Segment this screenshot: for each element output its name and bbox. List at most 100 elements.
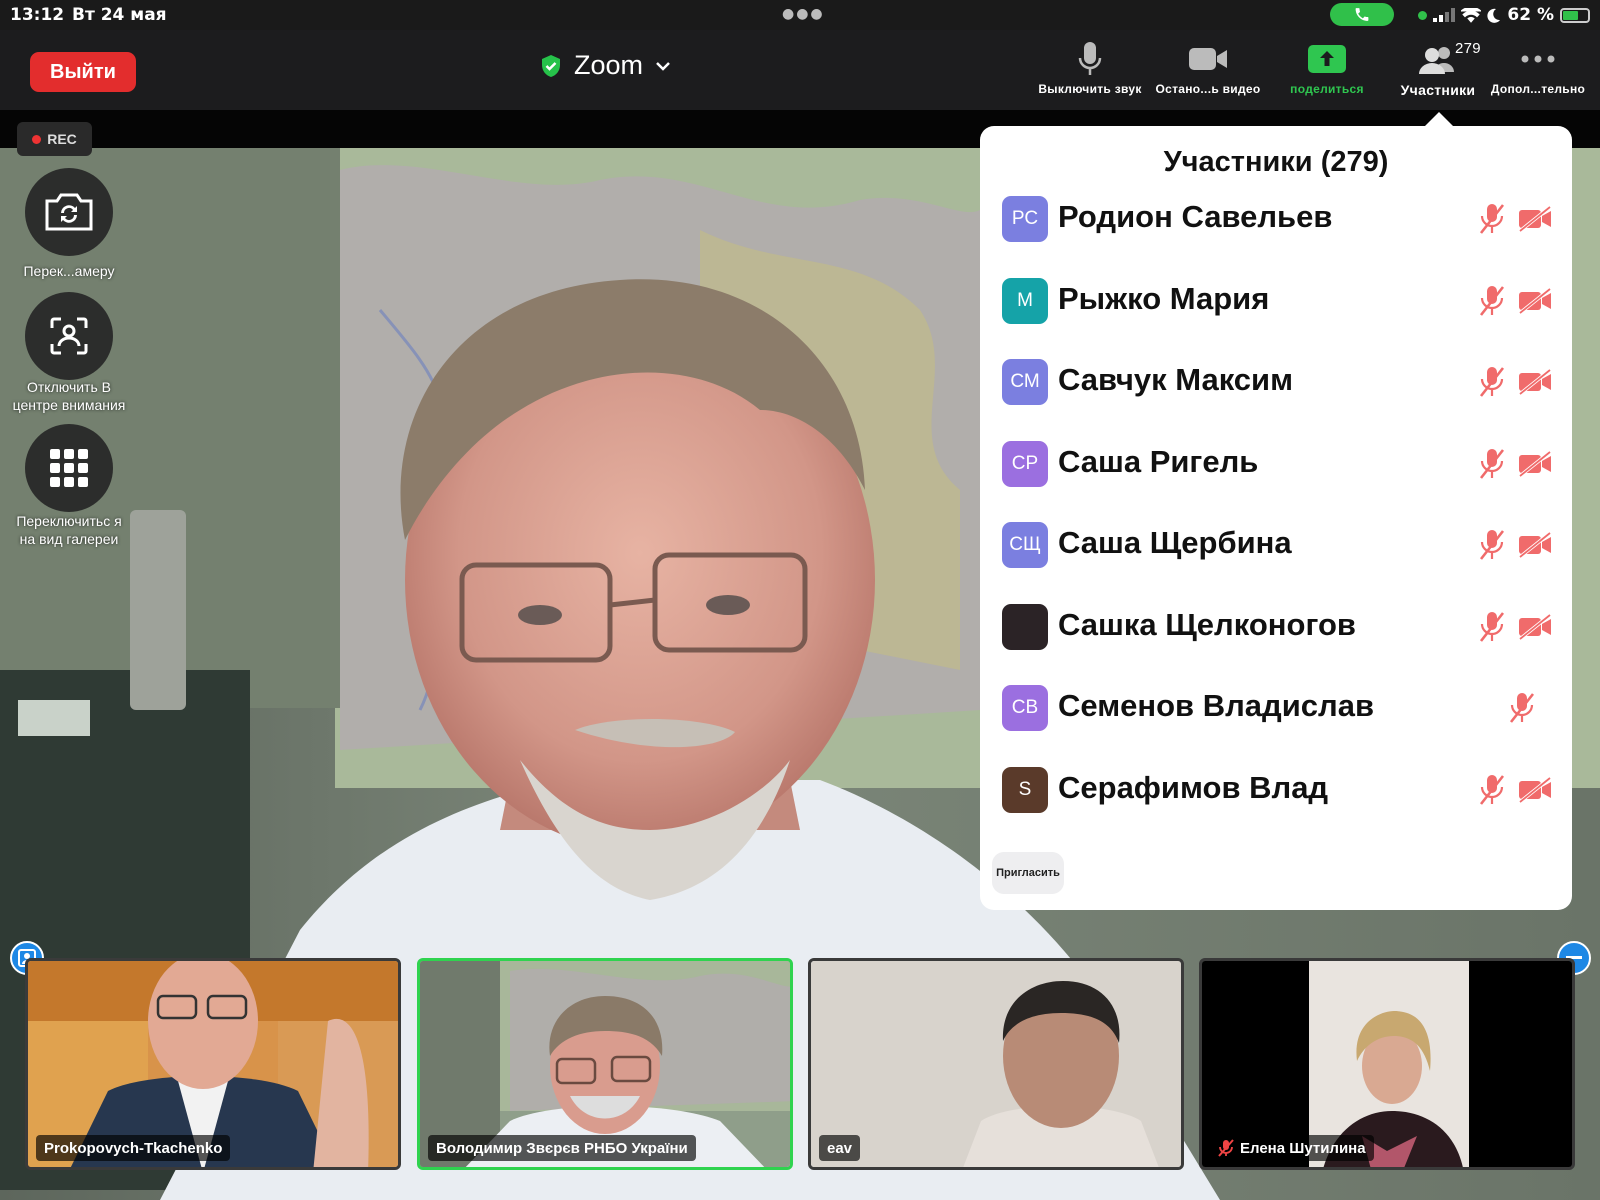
participants-list[interactable]: РС Родион Савельев М Рыжко Мария СМ Савчук Ма… <box>980 194 1572 846</box>
leave-button[interactable]: Выйти <box>30 52 136 92</box>
participant-name: Семенов Владислав <box>1058 688 1375 723</box>
participant-row[interactable]: СВ Семенов Владислав <box>980 683 1572 765</box>
participant-mic-status <box>1478 447 1506 486</box>
participant-video-status <box>1518 450 1552 482</box>
mute-button[interactable]: Выключить звук <box>1025 38 1155 96</box>
status-date: Вт 24 мая <box>72 5 167 25</box>
muted-mic-icon <box>1479 367 1505 397</box>
camera-switch-icon <box>45 193 93 231</box>
participant-row[interactable]: S Серафимов Влад <box>980 765 1572 847</box>
participant-row[interactable]: СР Саша Ригель <box>980 439 1572 521</box>
participant-video-status <box>1518 776 1552 808</box>
rec-label: REC <box>47 131 77 147</box>
more-label: Допол...тельно <box>1490 82 1586 96</box>
video-off-icon <box>1518 613 1552 640</box>
participant-avatar: РС <box>1002 196 1048 242</box>
more-button[interactable]: Допол...тельно <box>1478 38 1598 96</box>
participant-video-status <box>1518 531 1552 563</box>
participant-avatar: S <box>1002 766 1048 813</box>
meeting-toolbar: Выйти Zoom Выключить звук Остано...ь вид… <box>0 30 1600 110</box>
participant-mic-status <box>1478 528 1506 567</box>
meeting-title: Zoom <box>574 50 644 80</box>
spotlight-icon <box>50 317 88 355</box>
participant-video-status <box>1518 368 1552 400</box>
battery-percent: 62 % <box>1507 5 1554 25</box>
thumbnail-video-eav <box>811 961 1181 1167</box>
video-off-icon <box>1518 776 1552 803</box>
stop-video-label: Остано...ь видео <box>1155 82 1261 96</box>
participant-name: Рыжко Мария <box>1058 280 1270 316</box>
spotlight-off-label: Отключить В центре внимания <box>12 379 126 413</box>
participant-name: Саша Щербина <box>1058 525 1292 560</box>
status-time: 13:12 <box>10 5 65 25</box>
participant-video-status <box>1518 287 1552 319</box>
participant-mic-status <box>1478 610 1506 649</box>
do-not-disturb-moon-icon <box>1487 8 1501 23</box>
participant-avatar: СЩ <box>1002 522 1048 568</box>
video-off-icon <box>1518 531 1552 559</box>
phone-icon <box>1355 8 1369 21</box>
participant-row[interactable]: Сашка Щелконогов <box>980 602 1572 684</box>
muted-mic-icon <box>1479 530 1505 560</box>
muted-mic-icon <box>1479 774 1505 805</box>
stop-video-button[interactable]: Остано...ь видео <box>1143 38 1273 96</box>
grid-view-icon <box>50 449 88 487</box>
muted-mic-icon <box>1509 693 1535 723</box>
muted-mic-icon <box>1218 1139 1234 1157</box>
thumbnail-name: Елена Шутилина <box>1240 1139 1366 1157</box>
participant-avatar: М <box>1002 277 1048 324</box>
participant-mic-status <box>1508 691 1536 730</box>
recording-indicator: REC <box>17 122 92 156</box>
status-indicators: 62 % <box>1418 5 1590 25</box>
mute-label: Выключить звук <box>1038 82 1142 96</box>
invite-button[interactable]: Пригласить <box>992 852 1064 894</box>
participant-thumbnail[interactable]: eav <box>808 958 1184 1170</box>
active-call-indicator[interactable] <box>1330 3 1394 26</box>
participant-mic-status <box>1478 202 1506 241</box>
chevron-down-icon <box>656 61 670 71</box>
participant-row[interactable]: СМ Савчук Максим <box>980 357 1572 439</box>
gallery-view-button[interactable] <box>25 424 113 512</box>
thumbnail-name-label: Елена Шутилина <box>1210 1135 1374 1161</box>
video-off-icon <box>1518 450 1552 477</box>
participant-name: Серафимов Влад <box>1058 769 1329 805</box>
switch-camera-button[interactable] <box>25 168 113 256</box>
participant-avatar <box>1002 603 1048 650</box>
participants-panel: Участники (279) РС Родион Савельев М Рыжко … <box>980 126 1572 910</box>
meeting-title-dropdown[interactable]: Zoom <box>540 50 671 81</box>
muted-mic-icon <box>1479 285 1505 316</box>
multitask-dots-icon[interactable]: ●●● <box>782 6 825 22</box>
cellular-signal-icon <box>1433 8 1456 22</box>
participant-avatar: СР <box>1002 440 1048 487</box>
participant-thumbnail[interactable]: Володимир Звєрєв РНБО України <box>417 958 793 1170</box>
participant-mic-status <box>1478 284 1506 323</box>
muted-mic-icon <box>1479 204 1505 234</box>
status-bar: 13:12 Вт 24 мая ●●● 62 % <box>0 0 1600 30</box>
video-off-icon <box>1518 368 1552 396</box>
gallery-view-label: Переключитьс я на вид галереи <box>16 513 122 547</box>
more-dots-icon <box>1521 55 1555 63</box>
participant-thumbnail[interactable]: Prokopovych-Tkachenko <box>25 958 401 1170</box>
switch-camera-label: Перек...амеру <box>23 263 115 279</box>
thumbnail-name: Prokopovych-Tkachenko <box>44 1139 223 1157</box>
panel-pointer <box>1424 112 1454 127</box>
participant-thumbnail[interactable]: Елена Шутилина <box>1199 958 1575 1170</box>
participant-avatar: СВ <box>1002 685 1048 731</box>
video-camera-icon <box>1189 48 1227 70</box>
participants-icon <box>1419 47 1454 74</box>
participant-row[interactable]: М Рыжко Мария <box>980 276 1572 358</box>
participant-name: Саша Ригель <box>1058 443 1259 479</box>
shield-check-icon <box>542 54 560 77</box>
muted-mic-icon <box>1479 448 1505 479</box>
wifi-icon <box>1461 7 1482 23</box>
spotlight-off-button[interactable] <box>25 292 113 380</box>
share-screen-icon <box>1308 45 1346 73</box>
participant-row[interactable]: СЩ Саша Щербина <box>980 520 1572 602</box>
thumbnail-name-label: Володимир Звєрєв РНБО України <box>428 1135 696 1161</box>
participant-video-status <box>1518 205 1552 237</box>
participant-name: Родион Савельев <box>1058 199 1333 234</box>
panel-title: Участники (279) <box>1163 146 1389 178</box>
mic-in-use-dot-icon <box>1418 10 1428 20</box>
thumbnail-name: Володимир Звєрєв РНБО України <box>436 1139 688 1157</box>
participant-row[interactable]: РС Родион Савельев <box>980 194 1572 276</box>
